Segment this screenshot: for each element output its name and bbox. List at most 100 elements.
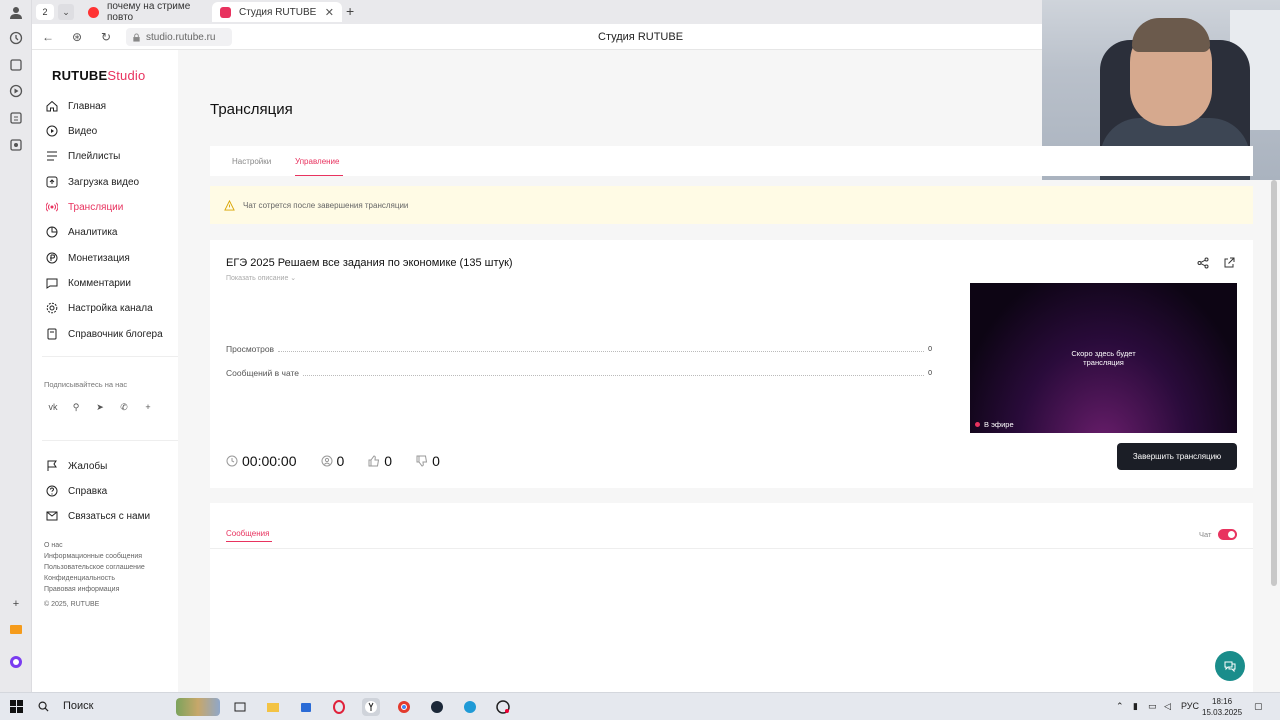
history-icon[interactable] (8, 30, 24, 46)
browser-side-rail: + (0, 0, 32, 692)
sidebar-item-label: Главная (68, 100, 107, 112)
sidebar-item-video[interactable]: Видео (46, 121, 97, 141)
vk-icon[interactable]: vk (46, 400, 60, 414)
sidebar-item-upload[interactable]: Загрузка видео (46, 172, 139, 192)
copyright: © 2025, RUTUBE (44, 601, 100, 608)
news-widget-icon[interactable] (176, 698, 220, 716)
sidebar-item-label: Связаться с нами (68, 510, 151, 522)
input-language[interactable]: РУС (1181, 701, 1199, 711)
end-broadcast-button[interactable]: Завершить трансляцию (1117, 443, 1237, 470)
ok-icon[interactable]: ⚲ (69, 400, 83, 414)
sidebar-item-complaints[interactable]: Жалобы (46, 456, 107, 476)
windows-start-icon[interactable] (10, 700, 23, 713)
add-icon[interactable]: + (8, 596, 24, 612)
store-icon[interactable] (297, 698, 315, 716)
url-text: studio.rutube.ru (146, 31, 216, 43)
notifications-icon[interactable]: ▢ (1254, 701, 1263, 712)
search-label: Поиск (63, 700, 94, 712)
chat-toggle-label: Чат (1199, 530, 1212, 539)
play-icon[interactable] (8, 83, 24, 99)
downloads-icon[interactable] (8, 110, 24, 126)
new-tab-icon[interactable]: + (346, 3, 354, 19)
share-icon[interactable] (1197, 257, 1209, 269)
likes-value: 0 (384, 453, 393, 469)
warning-icon (224, 199, 235, 211)
book-icon (46, 328, 58, 340)
show-description-link[interactable]: Показать описание ⌄ (226, 274, 296, 282)
taskbar-search[interactable]: Поиск (38, 700, 93, 712)
chat-toggle[interactable] (1218, 529, 1237, 540)
browser-tab-bar: 2 ⌄ почему на стриме повто Студия RUTUBE… (32, 0, 1042, 24)
alice-icon[interactable] (8, 654, 24, 670)
stream-preview[interactable]: Скоро здесь будет трансляция В эфире (970, 283, 1237, 433)
clock-icon (226, 455, 238, 467)
url-field[interactable]: studio.rutube.ru (126, 28, 232, 46)
sidebar-item-monetization[interactable]: Монетизация (46, 248, 130, 268)
obs-icon[interactable] (494, 698, 512, 716)
tray-chevron-icon[interactable]: ⌃ (1116, 701, 1124, 712)
stat-value: 0 (928, 369, 932, 377)
tabs-dropdown-icon[interactable]: ⌄ (58, 4, 74, 20)
yandex-browser-icon[interactable] (362, 698, 380, 716)
task-view-icon[interactable] (231, 698, 249, 716)
sidebar-item-contact[interactable]: Связаться с нами (46, 506, 150, 526)
footer-link-terms[interactable]: Пользовательское соглашение (44, 564, 145, 571)
sidebar-item-channel-settings[interactable]: Настройка канала (46, 298, 153, 318)
sidebar-item-label: Настройка канала (68, 302, 153, 314)
preview-message: Скоро здесь будет трансляция (1071, 349, 1136, 367)
bookmarks-icon[interactable] (8, 137, 24, 153)
viewers-metric: 0 (321, 453, 344, 469)
sidebar-item-analytics[interactable]: Аналитика (46, 222, 118, 242)
opera-icon[interactable] (330, 698, 348, 716)
rutube-studio-logo[interactable]: RUTUBEStudio (52, 68, 145, 83)
tray-app-icon[interactable]: ▮ (1133, 701, 1138, 712)
volume-icon[interactable]: ◁ (1164, 701, 1171, 712)
reload-icon[interactable]: ↻ (101, 30, 111, 44)
page-scrollbar[interactable] (1271, 180, 1277, 586)
tab-management[interactable]: Управление (295, 157, 339, 166)
chat-divider (210, 548, 1253, 549)
messages-tab-underline (226, 541, 272, 542)
close-tab-icon[interactable]: ✕ (325, 6, 334, 19)
back-icon[interactable]: ← (42, 30, 54, 44)
footer-link-info[interactable]: Информационные сообщения (44, 553, 142, 560)
mail-app-icon[interactable] (8, 621, 24, 637)
sidebar-item-home[interactable]: Главная (46, 96, 106, 116)
sidebar-item-blogger-guide[interactable]: Справочник блогера (46, 324, 163, 344)
footer-link-legal[interactable]: Правовая информация (44, 586, 119, 593)
viber-icon[interactable]: ✆ (117, 400, 131, 414)
sidebar-item-comments[interactable]: Комментарии (46, 273, 131, 293)
live-dot-icon (975, 422, 980, 427)
open-external-icon[interactable] (1223, 257, 1235, 269)
broadcast-tabs: Настройки Управление (210, 146, 1253, 176)
steam-icon[interactable] (428, 698, 446, 716)
edge-icon[interactable] (461, 698, 479, 716)
lock-icon (133, 32, 140, 42)
footer-link-about[interactable]: О нас (44, 542, 63, 549)
telegram-icon[interactable]: ➤ (93, 400, 107, 414)
taskbar-clock[interactable]: 18:16 15.03.2025 (1202, 696, 1242, 718)
tab-messages[interactable]: Сообщения (226, 529, 269, 538)
more-social-icon[interactable]: + (141, 400, 155, 414)
studio-sidebar: RUTUBEStudio Главная Видео Плейлисты Заг… (32, 50, 178, 692)
stat-label: Сообщений в чате (226, 368, 300, 378)
chrome-icon[interactable] (395, 698, 413, 716)
protect-icon[interactable]: ⊛ (72, 30, 82, 44)
footer-link-privacy[interactable]: Конфиденциальность (44, 575, 115, 582)
timer-value: 00:00:00 (242, 453, 297, 469)
sidebar-item-broadcasts[interactable]: Трансляции (46, 197, 123, 217)
support-chat-button[interactable] (1215, 651, 1245, 681)
sidebar-item-playlists[interactable]: Плейлисты (46, 146, 120, 166)
file-explorer-icon[interactable] (264, 698, 282, 716)
tab-studio[interactable]: Студия RUTUBE ✕ (212, 2, 342, 22)
playlist-icon (46, 150, 58, 162)
tab-search[interactable]: почему на стриме повто (80, 1, 210, 23)
profile-icon[interactable] (8, 4, 24, 20)
tab-settings[interactable]: Настройки (232, 157, 271, 166)
network-icon[interactable]: ▭ (1148, 701, 1157, 712)
tab-count-badge[interactable]: 2 (36, 4, 54, 20)
sidebar-item-help[interactable]: Справка (46, 481, 107, 501)
subscribe-label: Подписывайтесь на нас (44, 380, 128, 389)
chat-warning-banner: Чат сотрется после завершения трансляции (210, 186, 1253, 224)
collections-icon[interactable] (8, 57, 24, 73)
